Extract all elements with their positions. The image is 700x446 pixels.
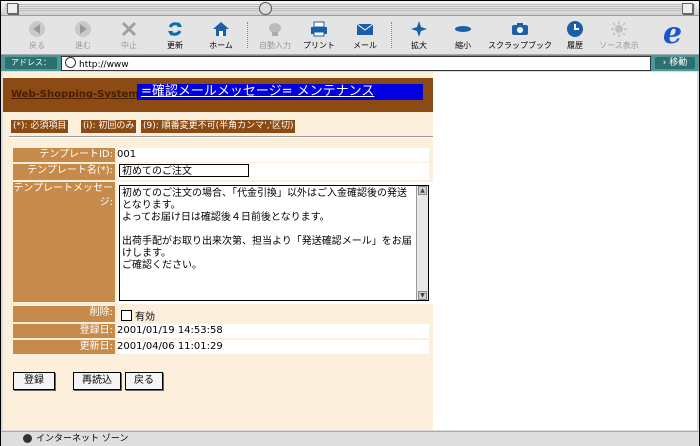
- updated-date-label: 更新日:: [13, 340, 115, 354]
- status-bar: インターネット ゾーン: [1, 431, 699, 446]
- source-sun-icon: [611, 21, 627, 37]
- scroll-up-icon[interactable]: ▲: [418, 186, 427, 195]
- window-collapse-icon[interactable]: [259, 2, 272, 15]
- template-message-text: 初めてのご注文の場合、「代金引換」以外はご入金確認後の発送となります。 よってお…: [122, 188, 412, 271]
- template-name-input[interactable]: 初めてのご注文: [119, 164, 249, 177]
- registered-date-value: 2001/01/19 14:53:58: [117, 324, 429, 338]
- registered-date-label: 登録日:: [13, 324, 115, 338]
- status-zone: インターネット ゾーン: [36, 434, 129, 444]
- scrapbook-button[interactable]: スクラップブック: [485, 20, 555, 51]
- view-source-button[interactable]: ソース表示: [595, 20, 643, 51]
- zoom-in-star-icon: [411, 21, 427, 37]
- updated-date-value: 2001/04/06 11:01:29: [117, 340, 429, 354]
- printer-icon: [311, 21, 327, 37]
- zoom-out-button[interactable]: 縮小: [439, 20, 487, 51]
- zoom-in-button[interactable]: 拡大: [395, 20, 443, 51]
- template-name-label: テンプレート名(*):: [13, 164, 115, 180]
- stop-button[interactable]: 中止: [105, 20, 153, 51]
- address-bar: アドレス： http://www › 移動: [1, 55, 699, 71]
- autofill-icon: [269, 23, 281, 36]
- legend-required: (*): 必須項目: [11, 120, 69, 133]
- refresh-icon: [168, 22, 182, 36]
- go-button[interactable]: › 移動: [655, 57, 695, 69]
- delete-option-label: 有効: [135, 312, 155, 323]
- print-button[interactable]: プリント: [295, 20, 343, 51]
- zoom-out-icon: [455, 26, 471, 32]
- autofill-button[interactable]: 自動入力: [251, 20, 299, 51]
- scrollbar[interactable]: ▲ ▼: [416, 186, 428, 300]
- template-message-textarea[interactable]: 初めてのご注文の場合、「代金引換」以外はご入金確認後の発送となります。 よってお…: [119, 185, 429, 301]
- reload-button[interactable]: 再読込: [73, 372, 121, 390]
- mail-button[interactable]: メール: [341, 20, 389, 51]
- legend-order-fixed: (9): 順番変更不可(半角カンマ','区切): [141, 120, 296, 133]
- delete-checkbox[interactable]: [121, 310, 132, 321]
- register-button[interactable]: 登録: [13, 372, 55, 390]
- mail-envelope-icon: [356, 23, 374, 35]
- template-id-value: 001: [117, 148, 429, 162]
- home-icon: [213, 22, 229, 36]
- delete-label: 削除:: [13, 306, 115, 322]
- go-arrow-icon: ›: [662, 58, 667, 68]
- back-button[interactable]: 戻る: [13, 20, 61, 51]
- camera-icon: [512, 23, 528, 35]
- browser-window: 戻る 進む 中止 更新 ホーム 自動入力 プリント メール 拡大 縮小 スクラッ…: [0, 0, 700, 446]
- address-label: アドレス：: [5, 57, 57, 69]
- address-input[interactable]: http://www: [61, 56, 651, 71]
- page-content: Web-Shopping-System =確認メールメッセージ= メンテナンス …: [3, 72, 697, 430]
- stop-x-icon: [121, 21, 137, 37]
- browser-logo-icon: e: [663, 16, 683, 51]
- scroll-down-icon[interactable]: ▼: [418, 291, 427, 300]
- close-box[interactable]: [7, 3, 18, 14]
- page-header: Web-Shopping-System =確認メールメッセージ= メンテナンス: [3, 78, 433, 112]
- title-bar: [1, 1, 699, 16]
- clock-icon: [567, 21, 583, 37]
- browser-toolbar: 戻る 進む 中止 更新 ホーム 自動入力 プリント メール 拡大 縮小 スクラッ…: [1, 16, 699, 55]
- back-page-button[interactable]: 戻る: [125, 372, 163, 390]
- forward-button[interactable]: 進む: [59, 20, 107, 51]
- history-button[interactable]: 履歴: [551, 20, 599, 51]
- zoom-box[interactable]: [682, 3, 693, 14]
- template-id-label: テンプレートID:: [13, 148, 115, 162]
- home-button[interactable]: ホーム: [197, 20, 245, 51]
- back-arrow-icon: [29, 21, 45, 37]
- page-title: =確認メールメッセージ= メンテナンス: [137, 84, 423, 100]
- globe-icon: [23, 434, 32, 443]
- forward-arrow-icon: [75, 21, 91, 37]
- divider: [9, 136, 433, 138]
- page-icon: [65, 57, 76, 68]
- template-message-label: テンプレートメッセージ:: [13, 182, 115, 302]
- refresh-button[interactable]: 更新: [151, 20, 199, 51]
- legend-first-only: (i): 初回のみ: [81, 120, 137, 133]
- system-name-link[interactable]: Web-Shopping-System: [11, 89, 139, 100]
